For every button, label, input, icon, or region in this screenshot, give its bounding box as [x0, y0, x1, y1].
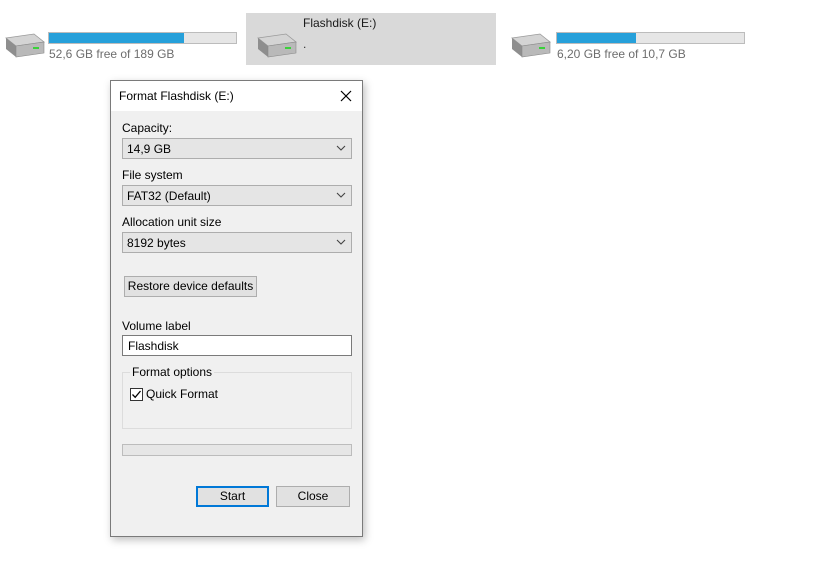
drive-tile-3[interactable]: 6,20 GB free of 10,7 GB [506, 30, 746, 64]
chevron-down-icon [336, 145, 346, 151]
volume-label-label: Volume label [122, 319, 191, 333]
format-dialog: Format Flashdisk (E:) Capacity: 14,9 GB … [110, 80, 363, 537]
format-options-group: Format options Quick Format [122, 365, 352, 429]
allocation-label: Allocation unit size [122, 215, 222, 229]
quick-format-label[interactable]: Quick Format [146, 387, 218, 401]
drive-tile-flashdisk[interactable]: Flashdisk (E:) . [246, 13, 496, 65]
drive-usage-bar [48, 32, 237, 44]
dialog-title: Format Flashdisk (E:) [119, 89, 234, 103]
allocation-select[interactable]: 8192 bytes [122, 232, 352, 253]
hard-drive-icon [257, 33, 297, 58]
file-system-value: FAT32 (Default) [127, 189, 211, 203]
drive-name: Flashdisk (E:) [303, 16, 377, 30]
format-progress-bar [122, 444, 352, 456]
volume-label-value: Flashdisk [128, 339, 179, 353]
file-system-label: File system [122, 168, 183, 182]
allocation-value: 8192 bytes [127, 236, 186, 250]
capacity-label: Capacity: [122, 121, 173, 135]
drive-free-space: 52,6 GB free of 189 GB [49, 47, 175, 61]
checkmark-icon [132, 390, 141, 399]
close-icon[interactable] [333, 83, 359, 109]
file-system-select[interactable]: FAT32 (Default) [122, 185, 352, 206]
drive-tile-1[interactable]: 52,6 GB free of 189 GB [0, 30, 240, 64]
drive-free-space: 6,20 GB free of 10,7 GB [557, 47, 686, 61]
hard-drive-icon [511, 33, 551, 58]
hard-drive-icon [5, 33, 45, 58]
drive-usage-fill [557, 33, 636, 43]
capacity-select[interactable]: 14,9 GB [122, 138, 352, 159]
chevron-down-icon [336, 239, 346, 245]
drive-usage-bar [556, 32, 745, 44]
capacity-value: 14,9 GB [127, 142, 172, 156]
drive-free-space: . [303, 37, 307, 51]
dialog-titlebar[interactable]: Format Flashdisk (E:) [111, 81, 362, 111]
restore-defaults-button[interactable]: Restore device defaults [124, 276, 257, 297]
close-button[interactable]: Close [276, 486, 350, 507]
chevron-down-icon [336, 192, 346, 198]
quick-format-checkbox[interactable] [130, 388, 143, 401]
drive-usage-fill [49, 33, 184, 43]
start-button[interactable]: Start [196, 486, 269, 507]
format-options-title: Format options [130, 365, 215, 379]
volume-label-input[interactable]: Flashdisk [122, 335, 352, 356]
